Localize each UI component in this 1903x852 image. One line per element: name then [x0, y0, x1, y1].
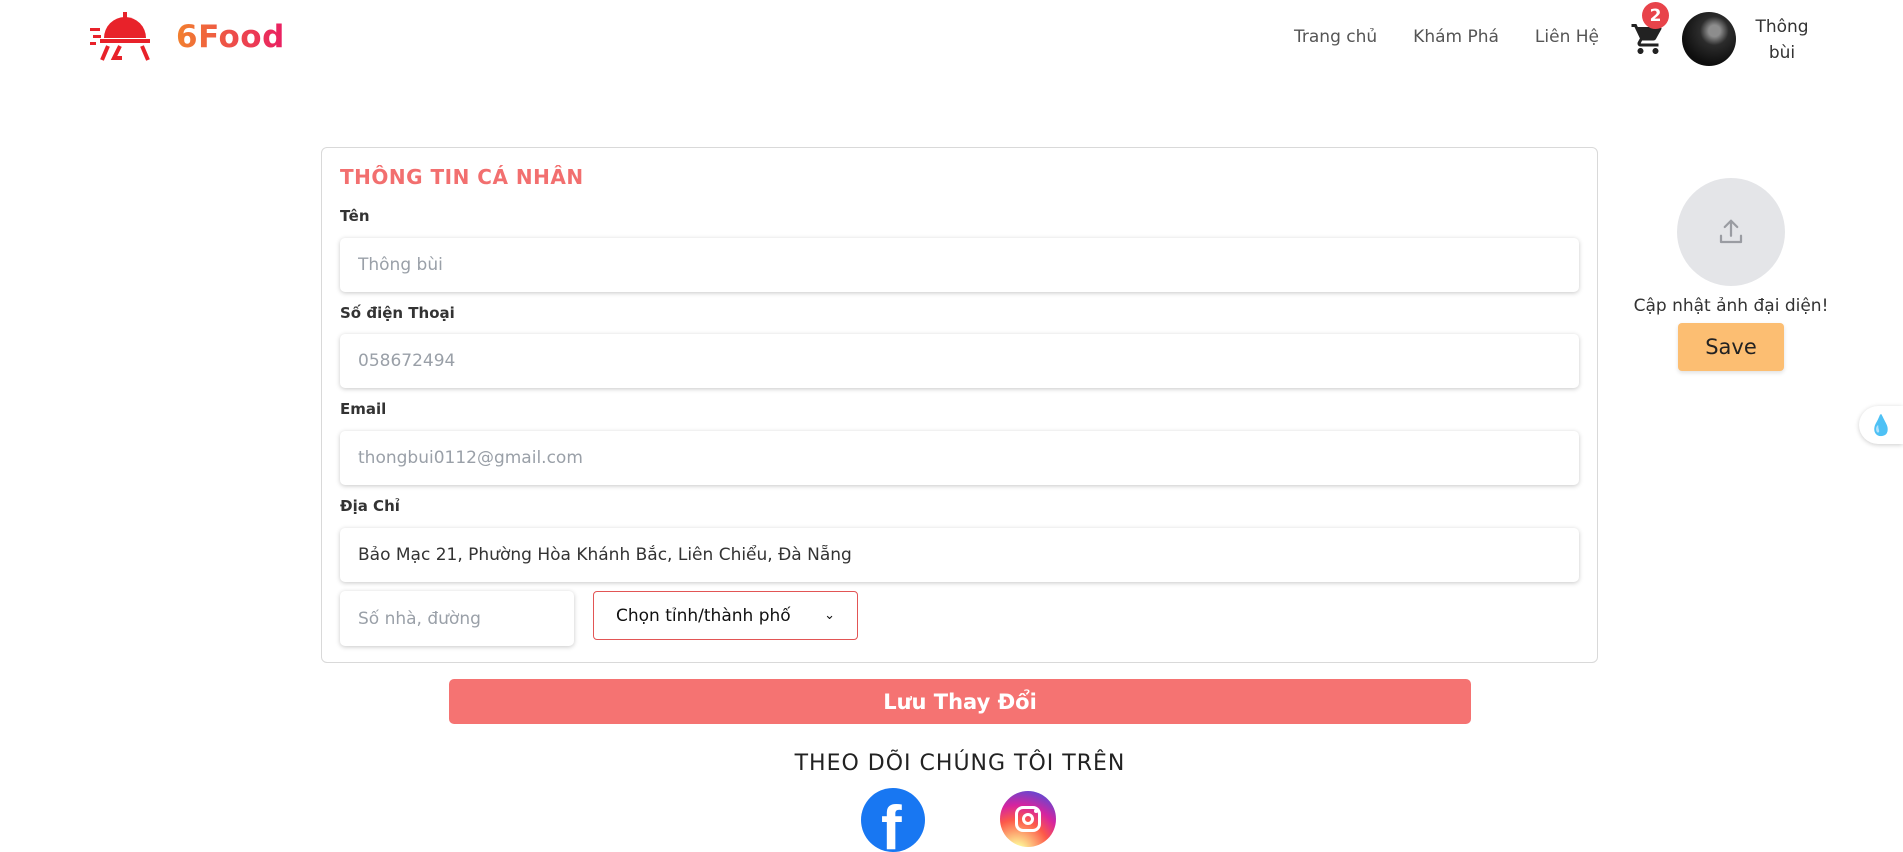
chevron-down-icon: ⌄	[824, 608, 835, 623]
nav-explore[interactable]: Khám Phá	[1413, 27, 1499, 47]
save-changes-button[interactable]: Lưu Thay Đổi	[449, 679, 1471, 724]
street-input[interactable]	[340, 591, 574, 646]
avatar-save-button[interactable]: Save	[1678, 323, 1784, 371]
upload-icon	[1719, 219, 1743, 244]
profile-card	[321, 147, 1598, 663]
address-display: Bảo Mạc 21, Phường Hòa Khánh Bắc, Liên C…	[340, 528, 1579, 582]
instagram-icon[interactable]	[1000, 791, 1056, 847]
avatar-update-text: Cập nhật ảnh đại diện!	[1633, 296, 1829, 316]
phone-input[interactable]	[340, 334, 1579, 388]
name-input[interactable]	[340, 238, 1579, 292]
profile-title: THÔNG TIN CÁ NHÂN	[340, 165, 584, 189]
cart-count-badge: 2	[1642, 2, 1669, 29]
avatar-upload[interactable]	[1677, 178, 1785, 286]
address-value: Bảo Mạc 21, Phường Hòa Khánh Bắc, Liên C…	[358, 545, 852, 565]
main-nav: Trang chủ Khám Phá Liên Hệ	[1294, 27, 1635, 47]
logo[interactable]: 6Food	[90, 8, 285, 66]
header: 6Food Trang chủ Khám Phá Liên Hệ 2 Thông…	[0, 0, 1903, 80]
user-name[interactable]: Thông bùi	[1750, 14, 1814, 66]
address-label: Địa Chỉ	[340, 497, 400, 515]
city-select-value: Chọn tỉnh/thành phố	[616, 605, 791, 626]
facebook-icon[interactable]: f	[861, 788, 925, 852]
user-avatar[interactable]	[1682, 12, 1736, 66]
nav-home[interactable]: Trang chủ	[1294, 27, 1377, 47]
water-drop-icon[interactable]: 💧	[1859, 406, 1903, 444]
logo-text: 6Food	[176, 19, 285, 55]
email-input[interactable]	[340, 431, 1579, 485]
email-label: Email	[340, 400, 387, 418]
name-label: Tên	[340, 207, 370, 225]
follow-title: THEO DÕI CHÚNG TÔI TRÊN	[794, 751, 1126, 776]
nav-contact[interactable]: Liên Hệ	[1535, 27, 1599, 47]
city-select[interactable]: Chọn tỉnh/thành phố ⌄	[593, 591, 858, 640]
phone-label: Số điện Thoại	[340, 304, 455, 322]
food-delivery-logo-icon	[90, 12, 150, 61]
